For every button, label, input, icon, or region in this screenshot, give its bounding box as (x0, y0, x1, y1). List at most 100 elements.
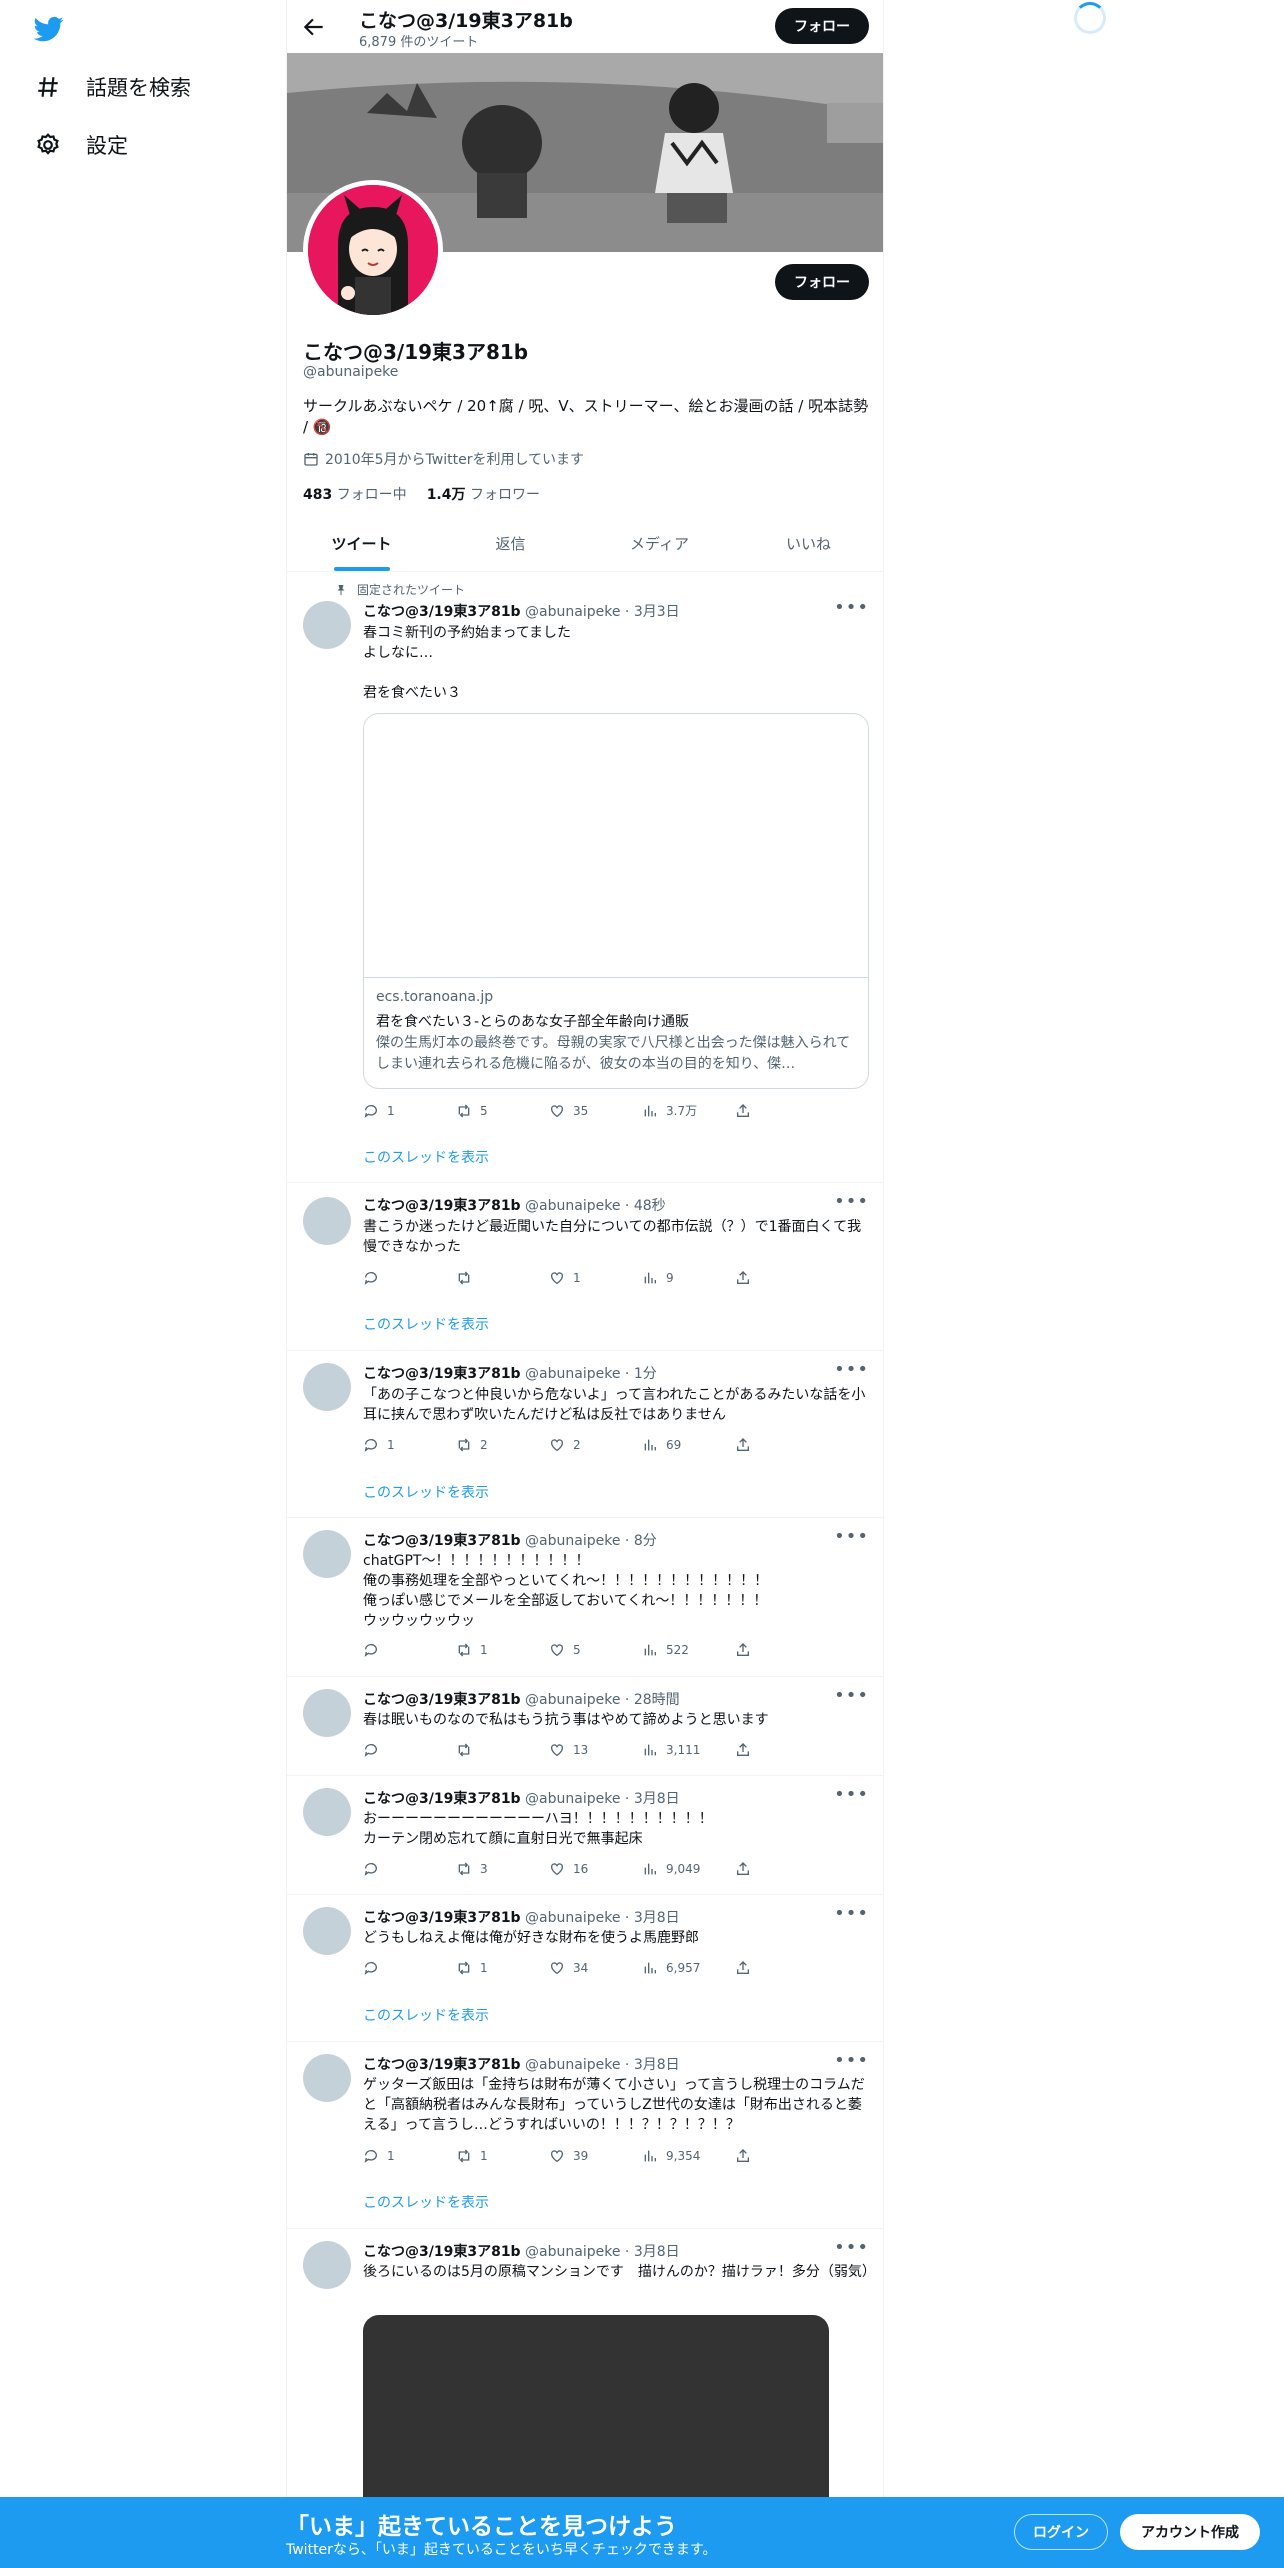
tweet-time[interactable]: 3月8日 (634, 2244, 680, 2260)
reply-button[interactable]: 1 (363, 1102, 456, 1119)
views-button[interactable]: 9 (642, 1270, 735, 1286)
like-button[interactable]: 35 (549, 1102, 642, 1119)
twitter-logo-icon[interactable] (32, 14, 66, 44)
views-button[interactable]: 9,354 (642, 2148, 735, 2164)
nav-explore[interactable]: 話題を検索 (34, 72, 191, 102)
tweet-author-handle[interactable]: @abunaipeke (525, 1910, 620, 1926)
tweet-author-name[interactable]: こなつ@3/19東3ア81b (363, 1198, 521, 1214)
more-options-icon[interactable]: ••• (834, 1903, 869, 1924)
views-button[interactable]: 6,957 (642, 1960, 735, 1976)
tweet-item[interactable]: こなつ@3/19東3ア81b @abunaipeke · 8分 ••• chat… (287, 1518, 883, 1677)
link-card[interactable]: ecs.toranoana.jp 君を食べたい３-とらのあな女子部全年齢向け通販… (363, 713, 869, 1089)
retweet-button[interactable]: 1 (456, 1960, 549, 1976)
tab-replies[interactable]: 返信 (436, 516, 585, 571)
show-thread-link[interactable]: このスレッドを表示 (363, 1147, 489, 1167)
share-button[interactable] (735, 1861, 828, 1877)
avatar[interactable] (303, 1363, 351, 1411)
views-button[interactable]: 3,111 (642, 1742, 735, 1758)
like-button[interactable]: 13 (549, 1742, 642, 1758)
tweet-author-name[interactable]: こなつ@3/19東3ア81b (363, 2244, 521, 2260)
tab-likes[interactable]: いいね (734, 516, 883, 571)
avatar[interactable] (303, 601, 351, 649)
retweet-button[interactable]: 5 (456, 1102, 549, 1119)
like-button[interactable]: 5 (549, 1642, 642, 1658)
tweet-item[interactable]: こなつ@3/19東3ア81b @abunaipeke · 3月8日 ••• どう… (287, 1895, 883, 2042)
avatar[interactable] (303, 1530, 351, 1578)
share-button[interactable] (735, 1270, 828, 1286)
tweet-time[interactable]: 3月8日 (634, 1910, 680, 1926)
share-button[interactable] (735, 1642, 828, 1658)
more-options-icon[interactable]: ••• (834, 1784, 869, 1805)
tweet-time[interactable]: 3月3日 (634, 604, 680, 620)
tweet-time[interactable]: 1分 (634, 1366, 657, 1382)
share-button[interactable] (735, 2148, 828, 2164)
more-options-icon[interactable]: ••• (834, 1526, 869, 1547)
retweet-button[interactable]: 3 (456, 1861, 549, 1877)
tweet-author-handle[interactable]: @abunaipeke (525, 2244, 620, 2260)
followers-link[interactable]: 1.4万 フォロワー (427, 484, 540, 504)
tweet-author-handle[interactable]: @abunaipeke (525, 1366, 620, 1382)
reply-button[interactable] (363, 1270, 456, 1286)
nav-settings[interactable]: 設定 (34, 130, 128, 160)
profile-avatar[interactable] (303, 180, 443, 320)
tweet-time[interactable]: 3月8日 (634, 2057, 680, 2073)
retweet-button[interactable]: 1 (456, 2148, 549, 2164)
back-arrow-icon[interactable] (301, 14, 327, 40)
tab-tweets[interactable]: ツイート (287, 516, 436, 571)
more-options-icon[interactable]: ••• (834, 2050, 869, 2071)
more-options-icon[interactable]: ••• (834, 1359, 869, 1380)
avatar[interactable] (303, 1689, 351, 1737)
views-button[interactable]: 9,049 (642, 1861, 735, 1877)
retweet-button[interactable] (456, 1742, 549, 1758)
views-button[interactable]: 3.7万 (642, 1102, 735, 1119)
reply-button[interactable] (363, 1960, 456, 1976)
like-button[interactable]: 39 (549, 2148, 642, 2164)
tweet-media-image[interactable] (363, 2315, 829, 2515)
reply-button[interactable]: 1 (363, 1437, 456, 1453)
retweet-button[interactable] (456, 1270, 549, 1286)
show-thread-link[interactable]: このスレッドを表示 (363, 2005, 489, 2025)
show-thread-link[interactable]: このスレッドを表示 (363, 2192, 489, 2212)
share-button[interactable] (735, 1437, 828, 1453)
tweet-item[interactable]: こなつ@3/19東3ア81b @abunaipeke · 1分 ••• 「あの子… (287, 1351, 883, 1518)
show-thread-link[interactable]: このスレッドを表示 (363, 1482, 489, 1502)
tweet-author-handle[interactable]: @abunaipeke (525, 1791, 620, 1807)
more-options-icon[interactable]: ••• (834, 2237, 869, 2258)
more-options-icon[interactable]: ••• (834, 1191, 869, 1212)
avatar[interactable] (303, 2054, 351, 2102)
views-button[interactable]: 69 (642, 1437, 735, 1453)
avatar[interactable] (303, 1907, 351, 1955)
profile-follow-button[interactable]: フォロー (775, 264, 869, 300)
login-button[interactable]: ログイン (1014, 2514, 1108, 2550)
tweet-author-handle[interactable]: @abunaipeke (525, 1198, 620, 1214)
tweet-item[interactable]: こなつ@3/19東3ア81b @abunaipeke · 3月8日 ••• 後ろ… (287, 2229, 883, 2515)
reply-button[interactable] (363, 1861, 456, 1877)
retweet-button[interactable]: 1 (456, 1642, 549, 1658)
like-button[interactable]: 2 (549, 1437, 642, 1453)
tweet-item[interactable]: こなつ@3/19東3ア81b @abunaipeke · 48秒 ••• 書こう… (287, 1183, 883, 1351)
avatar[interactable] (303, 1197, 351, 1245)
share-button[interactable] (735, 1102, 828, 1119)
show-thread-link[interactable]: このスレッドを表示 (363, 1314, 489, 1334)
share-button[interactable] (735, 1742, 828, 1758)
header-follow-button[interactable]: フォロー (775, 8, 869, 44)
like-button[interactable]: 1 (549, 1270, 642, 1286)
more-options-icon[interactable]: ••• (834, 1685, 869, 1706)
tweet-item[interactable]: こなつ@3/19東3ア81b @abunaipeke · 28時間 ••• 春は… (287, 1677, 883, 1776)
reply-button[interactable] (363, 1642, 456, 1658)
following-link[interactable]: 483 フォロー中 (303, 484, 407, 504)
tweet-author-handle[interactable]: @abunaipeke (525, 1692, 620, 1708)
like-button[interactable]: 34 (549, 1960, 642, 1976)
tweet-item[interactable]: こなつ@3/19東3ア81b @abunaipeke · 3月8日 ••• おー… (287, 1776, 883, 1895)
tweet-author-handle[interactable]: @abunaipeke (525, 1533, 620, 1549)
avatar[interactable] (303, 1788, 351, 1836)
retweet-button[interactable]: 2 (456, 1437, 549, 1453)
tweet-time[interactable]: 3月8日 (634, 1791, 680, 1807)
tweet-item[interactable]: こなつ@3/19東3ア81b @abunaipeke · 3月8日 ••• ゲッ… (287, 2042, 883, 2229)
tweet-author-handle[interactable]: @abunaipeke (525, 2057, 620, 2073)
tweet-item[interactable]: 固定されたツイート こなつ@3/19東3ア81b @abunaipeke · 3… (287, 573, 883, 1183)
reply-button[interactable] (363, 1742, 456, 1758)
more-options-icon[interactable]: ••• (834, 597, 869, 618)
tweet-time[interactable]: 28時間 (634, 1692, 680, 1708)
tab-media[interactable]: メディア (585, 516, 734, 571)
